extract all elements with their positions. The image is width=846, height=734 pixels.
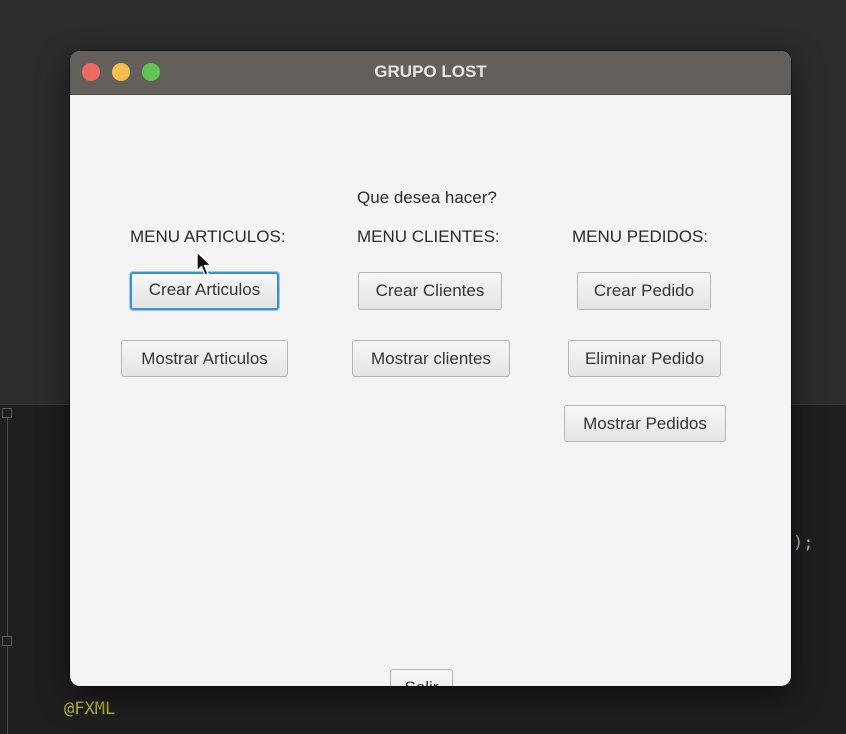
- menu-clientes-heading: MENU CLIENTES:: [357, 227, 500, 246]
- crear-pedido-button[interactable]: Crear Pedido: [577, 272, 711, 310]
- app-window: GRUPO LOST Que desea hacer? MENU ARTICUL…: [70, 51, 791, 686]
- crear-articulos-button[interactable]: Crear Articulos: [130, 272, 279, 310]
- desktop: @FXML ); GRUPO LOST Que desea hacer? MEN…: [0, 0, 846, 734]
- editor-gutter: [7, 408, 8, 734]
- fold-marker-icon: [2, 408, 12, 418]
- fold-marker-icon: [2, 636, 12, 646]
- prompt-text: Que desea hacer?: [357, 188, 497, 207]
- mostrar-clientes-button[interactable]: Mostrar clientes: [352, 340, 510, 377]
- salir-button[interactable]: Salir: [390, 669, 453, 686]
- mostrar-articulos-button[interactable]: Mostrar Articulos: [121, 340, 288, 377]
- mouse-pointer-icon: [196, 251, 212, 276]
- menu-pedidos-heading: MENU PEDIDOS:: [572, 227, 709, 246]
- title-bar[interactable]: GRUPO LOST: [70, 51, 791, 95]
- code-annotation: @FXML: [64, 699, 116, 719]
- eliminar-pedido-button[interactable]: Eliminar Pedido: [568, 340, 721, 377]
- code-fragment: );: [793, 533, 814, 553]
- main-content: Que desea hacer? MENU ARTICULOS: MENU CL…: [70, 95, 791, 686]
- crear-clientes-button[interactable]: Crear Clientes: [358, 272, 502, 310]
- window-title: GRUPO LOST: [374, 62, 487, 81]
- mostrar-pedidos-button[interactable]: Mostrar Pedidos: [564, 405, 726, 442]
- menu-articulos-heading: MENU ARTICULOS:: [130, 227, 286, 246]
